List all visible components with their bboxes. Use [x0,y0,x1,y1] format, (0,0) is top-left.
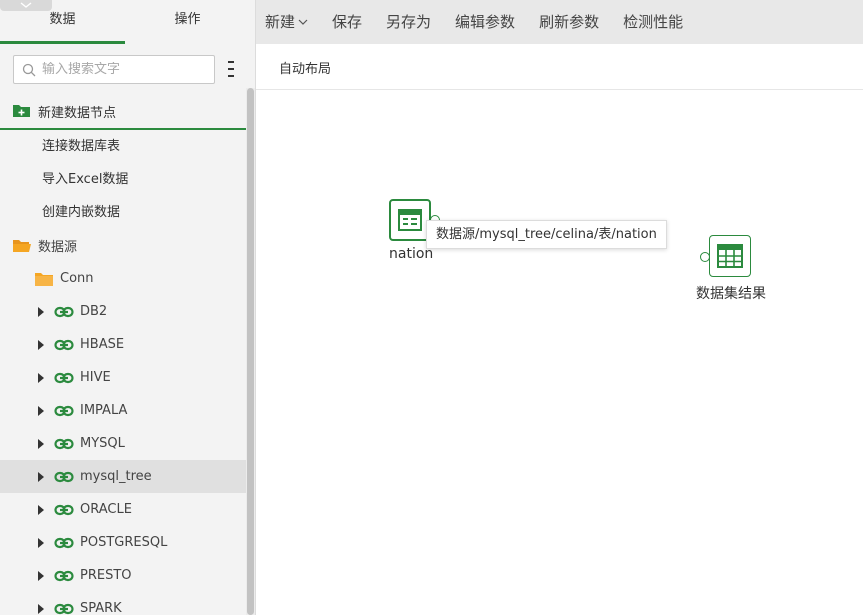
left-scrollbar[interactable] [246,88,255,615]
folder-icon [35,272,53,286]
folder-add-icon [13,105,30,117]
new-menu-label: 新建 [265,13,296,31]
link-icon [54,339,74,350]
expand-arrow-icon[interactable] [38,306,44,317]
link-icon [54,603,74,614]
edit-params-button[interactable]: 编辑参数 [443,0,527,44]
link-icon [54,537,74,548]
grid-table-icon [717,244,743,268]
new-data-node-header[interactable]: 新建数据节点 [0,94,246,130]
menu-bar [228,61,234,63]
new-menu-button[interactable]: 新建 [256,0,320,44]
connection-label: ORACLE [80,502,132,517]
tree-item-connection[interactable]: PRESTO [0,559,246,592]
refresh-params-button[interactable]: 刷新参数 [527,0,611,44]
folder-conn[interactable]: Conn [0,262,246,295]
auto-layout-button[interactable]: 自动布局 [279,58,331,77]
result-node[interactable] [709,235,751,277]
tree-item-connection[interactable]: DB2 [0,295,246,328]
tree-item-connection[interactable]: mysql_tree [0,460,246,493]
connection-label: IMPALA [80,403,128,418]
input-port[interactable] [700,252,710,262]
folder-conn-label: Conn [60,271,94,286]
link-icon [54,570,74,581]
connection-label: mysql_tree [80,469,152,484]
expand-arrow-icon[interactable] [38,339,44,350]
tree-item-connection[interactable]: ORACLE [0,493,246,526]
expand-arrow-icon[interactable] [38,405,44,416]
scrollbar-thumb[interactable] [247,88,254,615]
check-performance-button[interactable]: 检测性能 [611,0,695,44]
panel-tabs: 数据 操作 [0,0,250,44]
tree-item-connection[interactable]: HBASE [0,328,246,361]
menu-bar [228,68,234,70]
chevron-down-icon [298,19,308,25]
tab-data[interactable]: 数据 [0,0,125,44]
menu-bar [228,75,234,77]
create-embedded-item[interactable]: 创建内嵌数据 [42,203,120,223]
app-window: 数据 操作 新建数据节点 连接数据库表 导入Excel数据 创建内嵌数据 [0,0,863,615]
tree-item-connection[interactable]: IMPALA [0,394,246,427]
datasource-root[interactable]: 数据源 [0,229,246,262]
import-excel-item[interactable]: 导入Excel数据 [42,170,128,190]
expand-arrow-icon[interactable] [38,471,44,482]
main-toolbar: 新建 保存 另存为 编辑参数 刷新参数 检测性能 [256,0,863,44]
search-box [13,55,215,84]
connection-label: DB2 [80,304,108,319]
table-icon [398,209,422,231]
node-path-tooltip: 数据源/mysql_tree/celina/表/nation [426,220,667,249]
connection-label: HIVE [80,370,111,385]
link-icon [54,372,74,383]
link-icon [54,405,74,416]
tree-item-connection[interactable]: POSTGRESQL [0,526,246,559]
search-icon [22,63,36,76]
connect-db-table-item[interactable]: 连接数据库表 [42,137,120,157]
link-icon [54,471,74,482]
source-node-nation[interactable] [389,199,431,241]
connection-label: MYSQL [80,436,125,451]
tree-item-connection[interactable]: HIVE [0,361,246,394]
tree-item-connection[interactable]: SPARK [0,592,246,615]
expand-arrow-icon[interactable] [38,537,44,548]
flow-canvas[interactable]: nation 数据源/mysql_tree/celina/表/nation 数据… [256,90,863,615]
new-data-node-label: 新建数据节点 [38,105,117,121]
search-input[interactable] [42,62,202,77]
more-menu-icon[interactable] [227,61,235,77]
expand-arrow-icon[interactable] [38,372,44,383]
secondary-toolbar: 自动布局 [256,44,863,90]
connection-label: POSTGRESQL [80,535,168,550]
save-as-button[interactable]: 另存为 [374,0,443,44]
connection-label: HBASE [80,337,125,352]
tab-operations[interactable]: 操作 [125,0,250,44]
save-button[interactable]: 保存 [320,0,374,44]
folder-open-icon [13,239,31,252]
connection-label: PRESTO [80,568,132,583]
expand-arrow-icon[interactable] [38,570,44,581]
link-icon [54,438,74,449]
expand-arrow-icon[interactable] [38,504,44,515]
expand-arrow-icon[interactable] [38,603,44,614]
expand-arrow-icon[interactable] [38,438,44,449]
link-icon [54,504,74,515]
result-node-label: 数据集结果 [696,286,766,302]
tree-item-connection[interactable]: MYSQL [0,427,246,460]
connection-label: SPARK [80,601,122,615]
link-icon [54,306,74,317]
datasource-root-label: 数据源 [38,240,78,255]
left-panel: 数据 操作 新建数据节点 连接数据库表 导入Excel数据 创建内嵌数据 [0,0,256,615]
